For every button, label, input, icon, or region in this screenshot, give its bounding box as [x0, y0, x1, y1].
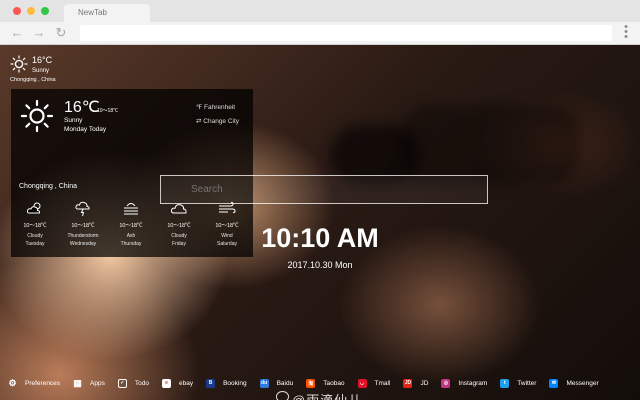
browser-toolbar: ← → ↻ • • • [0, 22, 640, 45]
forecast-weekday: Friday [172, 241, 186, 247]
current-temperature: 16℃ [64, 99, 100, 116]
watermark: @雨滴仙儿 [292, 390, 362, 400]
tab-title: NewTab [78, 8, 107, 17]
shortcut-baidu[interactable]: du Baidu [259, 376, 294, 390]
twitter-icon: t [500, 378, 510, 388]
background-shadow [400, 105, 580, 185]
sun-icon [20, 99, 54, 133]
apps-icon: ▦ [73, 377, 82, 388]
forecast-range: 10～18℃ [23, 223, 47, 229]
browser-tab-bar: NewTab [0, 0, 640, 22]
forecast-day: 10～18℃ Thunderstorm Wednesday [59, 197, 107, 247]
forecast-weekday: Tuesday [25, 241, 45, 247]
temperature-range: 10～18℃ [97, 108, 119, 114]
forecast-day: 10～18℃ Cloudy Tuesday [11, 197, 59, 247]
forecast-condition: Thunderstorm [67, 233, 99, 239]
shortcut-messenger[interactable]: ✉ Messenger [549, 376, 599, 390]
shortcut-taobao[interactable]: 淘 Taobao [306, 376, 345, 390]
cloudy-icon [26, 202, 41, 214]
kebab-menu-icon[interactable]: • • • [624, 22, 628, 43]
shortcut-twitter[interactable]: t Twitter [500, 376, 536, 390]
forecast-condition: Cloudy [27, 233, 43, 239]
tmall-icon: ◡ [357, 378, 367, 388]
shortcut-label: ebay [178, 379, 194, 387]
instagram-icon: ◎ [441, 378, 451, 388]
taobao-icon: 淘 [306, 378, 316, 388]
forecast-list: 10～18℃ Cloudy Tuesday 10～18℃ Thunderstor… [11, 197, 253, 247]
forecast-weekday: Wednesday [69, 241, 97, 247]
mini-temperature: 16°C [32, 55, 53, 65]
forecast-weekday: Thursday [120, 241, 142, 247]
booking-icon: B [206, 378, 216, 388]
shortcut-todo[interactable]: ✓ Todo [117, 376, 149, 390]
zoom-window-button[interactable] [41, 7, 49, 15]
back-arrow-icon[interactable]: ← [9, 25, 25, 41]
ash-icon [124, 203, 138, 215]
shortcut-tmall[interactable]: ◡ Tmall [357, 376, 391, 390]
forecast-range: 10～18℃ [71, 223, 95, 229]
forecast-condition: Cloudy [171, 233, 187, 239]
minimize-window-button[interactable] [27, 7, 35, 15]
address-bar[interactable] [80, 25, 612, 41]
shortcut-apps[interactable]: ▦ Apps [73, 376, 105, 390]
shortcut-jd[interactable]: JD JD [403, 376, 428, 390]
shortcut-label: Todo [134, 379, 149, 387]
mini-city: Chongqing , China [10, 77, 56, 83]
messenger-icon: ✉ [549, 378, 559, 388]
change-city-button[interactable]: ⇄ Change City [196, 117, 239, 125]
forward-arrow-icon[interactable]: → [31, 25, 47, 41]
shortcut-label: Booking [223, 379, 247, 387]
todo-icon: ✓ [117, 378, 127, 388]
reload-icon[interactable]: ↻ [53, 25, 69, 41]
bottom-shortcut-bar: ⚙ Preferences ▦ Apps ✓ Todo e ebay B Booking … [8, 376, 612, 390]
baidu-icon: du [259, 378, 269, 388]
shortcut-label: Preferences [25, 379, 61, 387]
fahrenheit-toggle[interactable]: ℉ Fahrenheit [196, 103, 235, 111]
shortcut-preferences[interactable]: ⚙ Preferences [8, 376, 60, 390]
search-input[interactable] [161, 176, 487, 203]
thunderstorm-icon [75, 201, 90, 217]
search-box [160, 175, 488, 204]
close-window-button[interactable] [13, 7, 21, 15]
shortcut-booking[interactable]: B Booking [206, 376, 247, 390]
forecast-range: 10～18℃ [167, 223, 191, 229]
fahrenheit-label: Fahrenheit [204, 104, 236, 111]
shortcut-label: JD [420, 379, 429, 387]
forecast-day: 10～18℃ Ash Thursday [107, 197, 155, 247]
shortcut-label: Twitter [517, 379, 537, 387]
forecast-range: 10～18℃ [119, 223, 143, 229]
forecast-day: 10～18℃ Cloudy Friday [155, 197, 203, 247]
ebay-icon: e [161, 378, 171, 388]
mini-condition: Sunny [32, 68, 50, 74]
weibo-icon [276, 391, 289, 400]
window-controls [13, 7, 49, 15]
shortcut-label: Messenger [566, 379, 599, 387]
new-tab-page: 16°C Sunny Chongqing , China 16℃ 10～18℃ … [0, 45, 640, 400]
today-label: Monday Today [64, 126, 107, 133]
clock-date: 2017.10.30 Mon [287, 260, 353, 270]
clock-time: 10:10 AM [261, 223, 379, 253]
weather-panel: 16℃ 10～18℃ Sunny Monday Today ℉ Fahrenhe… [11, 89, 253, 257]
fahrenheit-icon: ℉ [196, 104, 204, 111]
shortcut-instagram[interactable]: ◎ Instagram [441, 376, 487, 390]
shortcut-label: Apps [90, 379, 105, 387]
sun-icon [10, 55, 28, 73]
change-city-label: Change City [203, 118, 240, 125]
gear-icon: ⚙ [8, 377, 17, 388]
shortcut-label: Tmall [374, 379, 391, 387]
shortcut-label: Instagram [458, 379, 488, 387]
forecast-condition: Ash [126, 233, 136, 239]
jd-icon: JD [403, 378, 413, 388]
browser-tab[interactable]: NewTab [64, 4, 150, 22]
city-label: Chongqing , China [19, 183, 77, 190]
shortcut-label: Taobao [323, 379, 345, 387]
shortcut-label: Baidu [276, 379, 294, 387]
shortcut-ebay[interactable]: e ebay [161, 376, 194, 390]
current-condition: Sunny [64, 117, 83, 124]
